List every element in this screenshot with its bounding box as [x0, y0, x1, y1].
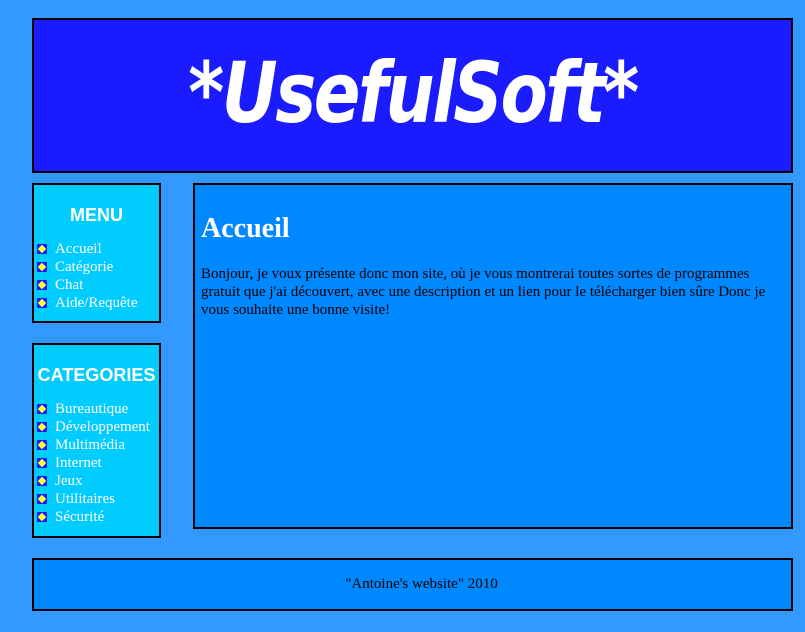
footer-text: "Antoine's website" 2010: [345, 576, 498, 592]
category-item-jeux[interactable]: Jeux: [36, 472, 159, 490]
diamond-bullet-icon: [36, 457, 48, 469]
welcome-text: Bonjour, je voux présente donc mon site,…: [201, 266, 766, 318]
diamond-bullet-icon: [36, 279, 48, 291]
menu-item-label[interactable]: Accueil: [55, 241, 102, 258]
site-banner: *UsefulSoft*: [32, 18, 793, 173]
diamond-bullet-icon: [36, 297, 48, 309]
category-item-bureautique[interactable]: Bureautique: [36, 400, 159, 418]
menu-title: MENU: [70, 205, 123, 225]
category-item-label[interactable]: Sécurité: [55, 509, 104, 526]
diamond-bullet-icon: [36, 243, 48, 255]
diamond-bullet-icon: [36, 403, 48, 415]
diamond-bullet-icon: [36, 511, 48, 523]
categories-title: CATEGORIES: [37, 365, 156, 385]
page-title: Accueil: [201, 213, 290, 244]
category-item-label[interactable]: Internet: [55, 455, 102, 472]
category-item-internet[interactable]: Internet: [36, 454, 159, 472]
category-item-utilitaires[interactable]: Utilitaires: [36, 490, 159, 508]
menu-item-label[interactable]: Catégorie: [55, 259, 113, 276]
main-content: Accueil Bonjour, je voux présente donc m…: [193, 183, 793, 529]
categories-list: Bureautique Développement Multimédia Int…: [34, 400, 159, 526]
diamond-bullet-icon: [36, 493, 48, 505]
category-item-securite[interactable]: Sécurité: [36, 508, 159, 526]
menu-item-chat[interactable]: Chat: [36, 276, 159, 294]
menu-panel: MENU Accueil Catégorie Chat Aide/Requête: [32, 183, 161, 323]
menu-item-categorie[interactable]: Catégorie: [36, 258, 159, 276]
category-item-label[interactable]: Bureautique: [55, 401, 128, 418]
diamond-bullet-icon: [36, 439, 48, 451]
site-footer: "Antoine's website" 2010: [32, 558, 793, 611]
category-item-label[interactable]: Multimédia: [55, 437, 125, 454]
categories-panel: CATEGORIES Bureautique Développement Mul…: [32, 343, 161, 538]
menu-item-label[interactable]: Aide/Requête: [55, 295, 137, 312]
category-item-developpement[interactable]: Développement: [36, 418, 159, 436]
category-item-multimedia[interactable]: Multimédia: [36, 436, 159, 454]
menu-list: Accueil Catégorie Chat Aide/Requête: [34, 240, 159, 312]
menu-item-label[interactable]: Chat: [55, 277, 83, 294]
diamond-bullet-icon: [36, 475, 48, 487]
diamond-bullet-icon: [36, 421, 48, 433]
menu-item-accueil[interactable]: Accueil: [36, 240, 159, 258]
site-logo: *UsefulSoft*: [188, 43, 639, 142]
category-item-label[interactable]: Jeux: [55, 473, 83, 490]
category-item-label[interactable]: Utilitaires: [55, 491, 115, 508]
menu-item-aide-requete[interactable]: Aide/Requête: [36, 294, 159, 312]
category-item-label[interactable]: Développement: [55, 419, 150, 436]
diamond-bullet-icon: [36, 261, 48, 273]
